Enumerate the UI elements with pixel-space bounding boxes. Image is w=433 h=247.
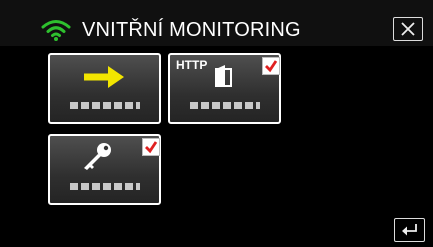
key-icon — [84, 143, 111, 170]
tile-label-masked — [70, 183, 140, 190]
tile-http[interactable]: HTTP — [168, 53, 281, 124]
tile-key[interactable] — [48, 134, 161, 205]
page-title: VNITŘNÍ MONITORING — [82, 19, 301, 41]
close-button[interactable] — [393, 17, 423, 41]
tile-arrow[interactable] — [48, 53, 161, 124]
checkmark-icon — [265, 60, 278, 73]
wifi-icon — [41, 20, 71, 41]
return-icon — [401, 224, 417, 236]
back-button[interactable] — [394, 218, 425, 242]
http-door-icon: HTTP — [176, 58, 232, 87]
tile-label-masked — [190, 102, 260, 109]
checkbox-checked — [142, 138, 160, 156]
tile-label-masked — [70, 102, 140, 109]
screen: VNITŘNÍ MONITORING HTTP — [0, 0, 433, 247]
close-icon — [401, 22, 415, 36]
checkbox-checked — [262, 57, 280, 75]
yellow-arrow-icon — [84, 66, 124, 88]
checkmark-icon — [145, 141, 158, 154]
header-bar: VNITŘNÍ MONITORING — [0, 0, 433, 46]
http-label: HTTP — [176, 58, 207, 72]
